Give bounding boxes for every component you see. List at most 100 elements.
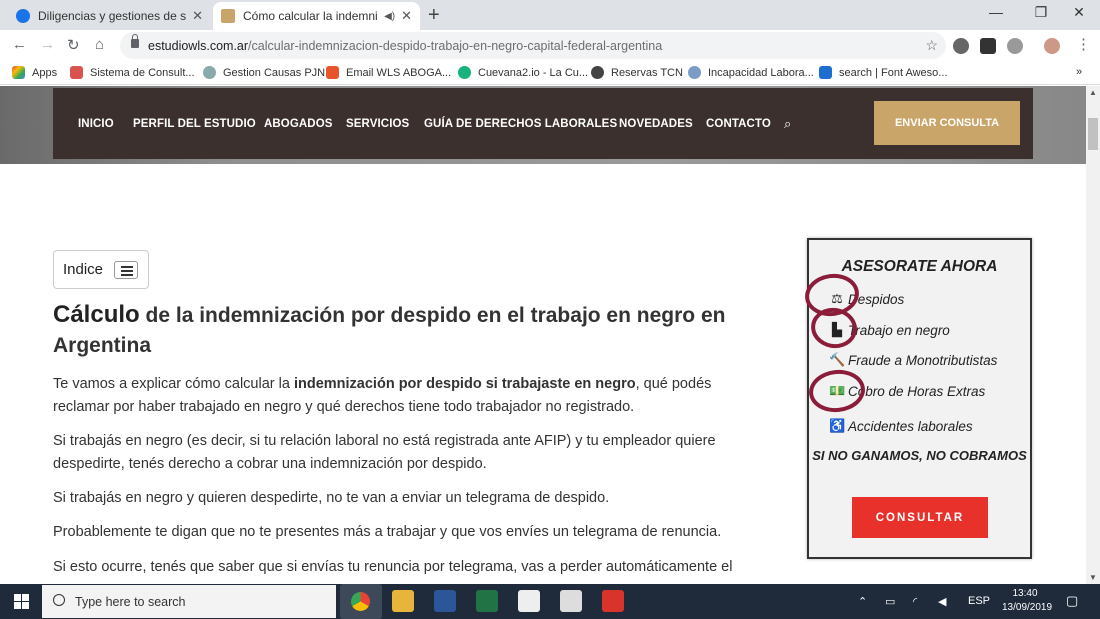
close-tab-icon[interactable]: ✕ [192,8,203,24]
clock[interactable]: 13:40 13/09/2019 [1002,587,1053,615]
widget-title: ASESORATE AHORA [841,258,998,275]
language-indicator[interactable]: ESP [968,595,990,607]
wifi-icon[interactable]: ◜ [913,595,917,608]
url-path: /calcular-indemnizacion-despido-trabajo-… [248,38,663,53]
bookmark-label: Gestion Causas PJN [223,66,326,79]
address-bar[interactable]: estudiowls.com.ar/calcular-indemnizacion… [120,32,946,59]
bookmark-gestion[interactable]: Gestion Causas PJN [203,66,325,79]
avatar[interactable] [1044,38,1060,54]
word-icon[interactable] [434,590,456,612]
bookmark-sistema[interactable]: Sistema de Consult... [70,66,195,79]
bookmarks-overflow-button[interactable]: » [1076,66,1082,78]
nav-inicio[interactable]: INICIO [78,118,114,130]
bookmark-label: Incapacidad Labora... [708,66,814,79]
nav-servicios[interactable]: SERVICIOS [346,118,409,130]
forward-arrow-icon[interactable]: → [40,36,55,53]
widget-item-accidentes[interactable]: ♿ Accidentes laborales [829,418,973,434]
vertical-scrollbar[interactable]: ▲ ▼ [1086,86,1100,584]
bookmark-label: Sistema de Consult... [90,66,195,79]
bookmark-label: Cuevana2.io - La Cu... [478,66,589,79]
menu-dots-icon[interactable]: ⋮ [1076,35,1091,53]
bookmark-incapacidad[interactable]: Incapacidad Labora... [688,66,814,79]
close-tab-icon[interactable]: ✕ [401,8,412,24]
bookmark-fontawesome[interactable]: search | Font Aweso... [819,66,947,79]
bold-text: indemnización por despido si trabajaste … [293,376,636,392]
clock-time: 13:40 [1012,588,1038,599]
site-favicon-icon [221,9,235,23]
bookmark-favicon-icon [326,66,339,79]
windows-start-icon[interactable] [14,594,29,609]
paragraph-3: Si trabajás en negro y quieren despedirt… [53,490,610,506]
paragraph-2: Si trabajás en negro (es decir, si tu re… [53,433,716,472]
chevron-up-icon[interactable]: ⌃ [858,595,867,608]
back-arrow-icon[interactable]: ← [12,36,27,53]
new-tab-button[interactable]: + [428,4,440,27]
bookmark-cuevana[interactable]: Cuevana2.io - La Cu... [458,66,588,79]
globe-icon [591,66,604,79]
tab-diligencias[interactable]: Diligencias y gestiones de socied ✕ [8,2,211,30]
widget-item-fraude[interactable]: 🔨 Fraude a Monotributistas [829,352,997,368]
enviar-consulta-button[interactable]: ENVIAR CONSULTA [874,101,1020,145]
battery-icon[interactable]: ▭ [885,595,895,608]
reload-icon[interactable]: ↻ [67,36,80,54]
store-icon[interactable] [560,590,582,612]
table-of-contents-toggle[interactable]: Indice [53,250,149,289]
nav-guia[interactable]: GUÍA DE DERECHOS LABORALES [424,118,617,130]
volume-icon[interactable]: ◀ [938,595,946,608]
tab-title: Diligencias y gestiones de socied [38,9,187,23]
bookmark-favicon-icon [458,66,471,79]
tab-calcular-indemnizacion[interactable]: Cómo calcular la indemnizac ◀) ✕ [213,2,420,30]
indice-label: Indice [63,261,104,278]
speaker-icon[interactable]: ◀) [384,11,395,22]
widget-tagline: SI NO GANAMOS, NO COBRAMOS [812,448,1027,463]
flag-icon [819,66,832,79]
extension-circle-icon[interactable] [1007,38,1023,54]
wheelchair-icon: ♿ [829,418,846,433]
site-favicon-icon [16,9,30,23]
nav-novedades[interactable]: NOVEDADES [619,118,693,130]
widget-item-label: Trabajo en negro [848,322,950,338]
app-red-icon[interactable] [602,590,624,612]
site-navbar: INICIO PERFIL DEL ESTUDIO ABOGADOS SERVI… [53,88,1033,159]
bookmark-star-icon[interactable]: ☆ [925,37,938,54]
home-icon[interactable]: ⌂ [95,36,104,53]
taskbar-search-box[interactable]: Type here to search [42,585,336,618]
bookmark-favicon-icon [203,66,216,79]
bookmark-reservas[interactable]: Reservas TCN [591,66,683,79]
extension-gear-icon[interactable] [953,38,969,54]
widget-item-label: Accidentes laborales [848,418,973,434]
windows-taskbar: Type here to search ⌃ ▭ ◜ ◀ ESP 13:40 13… [0,584,1100,619]
clock-date: 13/09/2019 [1002,602,1053,613]
widget-item-label: Cobro de Horas Extras [848,383,986,399]
close-window-icon[interactable]: ✕ [1064,4,1094,21]
paragraph-5: Si esto ocurre, tenés que saber que si e… [53,559,733,575]
chrome-app-icon[interactable] [340,584,382,619]
search-icon[interactable]: ⌕ [784,116,791,132]
scroll-up-icon[interactable]: ▲ [1089,88,1097,97]
text: Te vamos a explicar cómo calcular la [53,376,294,392]
nav-perfil[interactable]: PERFIL DEL ESTUDIO [133,118,256,130]
bookmark-email[interactable]: Email WLS ABOGA... [326,66,451,79]
nav-abogados[interactable]: ABOGADOS [264,118,333,130]
consultar-button[interactable]: CONSULTAR [852,497,988,538]
scrollbar-thumb[interactable] [1088,118,1098,150]
scroll-down-icon[interactable]: ▼ [1089,573,1097,582]
bookmark-favicon-icon [688,66,701,79]
minimize-icon[interactable]: — [981,4,1011,20]
headline-lead: Cálculo [53,301,140,328]
browser-toolbar: ← → ↻ ⌂ estudiowls.com.ar/calcular-indem… [0,30,1100,61]
lock-icon[interactable] [131,34,139,48]
browser-tab-strip: Diligencias y gestiones de socied ✕ Cómo… [0,0,1100,30]
mail-icon[interactable] [518,590,540,612]
web-page: INICIO PERFIL DEL ESTUDIO ABOGADOS SERVI… [0,86,1086,584]
excel-icon[interactable] [476,590,498,612]
nav-contacto[interactable]: CONTACTO [706,118,771,130]
list-icon[interactable] [114,261,138,279]
bookmark-apps[interactable]: Apps [12,66,57,79]
notifications-icon[interactable]: ▢ [1066,593,1078,609]
file-explorer-icon[interactable] [392,590,414,612]
extension-flow-icon[interactable] [980,38,996,54]
restore-icon[interactable]: ❐ [1026,4,1056,21]
paragraph-4: Probablemente te digan que no te present… [53,524,722,540]
paragraph-1: Te vamos a explicar cómo calcular la ind… [53,373,753,418]
